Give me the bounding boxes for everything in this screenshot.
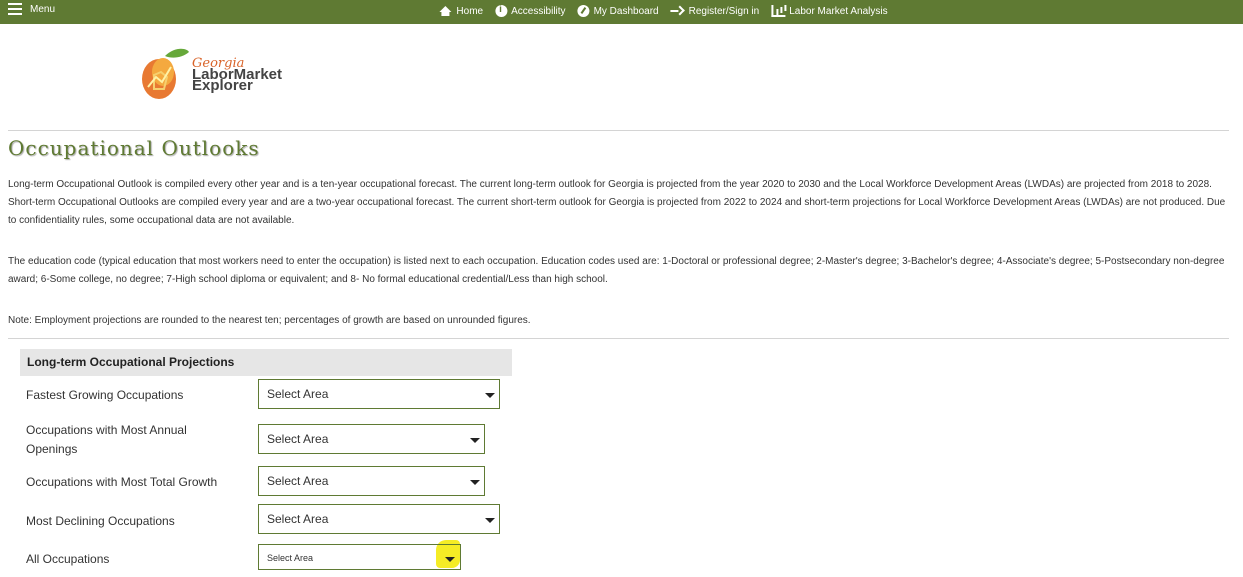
hamburger-icon bbox=[8, 3, 22, 15]
page-title: Occupational Outlooks bbox=[8, 136, 260, 160]
fastest-growing-label: Fastest Growing Occupations bbox=[26, 388, 184, 402]
menu-label: Menu bbox=[30, 3, 56, 15]
labor-market-analysis-link[interactable]: Labor Market Analysis bbox=[771, 5, 888, 17]
header-divider bbox=[8, 130, 1229, 131]
dashboard-icon bbox=[577, 5, 590, 17]
labor-market-analysis-label: Labor Market Analysis bbox=[789, 5, 888, 17]
long-term-projections-table: Long-term Occupational Projections bbox=[20, 349, 512, 376]
all-occupations-label: All Occupations bbox=[26, 552, 110, 566]
projections-heading: Long-term Occupational Projections bbox=[20, 349, 512, 376]
all-occupations-area-select[interactable]: Select Area bbox=[258, 544, 461, 570]
main-navigation: Home Accessibility My Dashboard Register… bbox=[438, 4, 888, 17]
top-navigation-bar: Menu Home Accessibility My Dashboard Reg… bbox=[0, 0, 1243, 24]
outlook-description: Long-term Occupational Outlook is compil… bbox=[8, 179, 1226, 226]
select-value: Select Area bbox=[267, 387, 329, 401]
home-label: Home bbox=[456, 5, 484, 17]
menu-button[interactable]: Menu bbox=[8, 3, 55, 15]
sign-in-icon bbox=[670, 5, 685, 17]
education-code-description: The education code (typical education th… bbox=[8, 256, 1225, 285]
home-icon bbox=[438, 5, 452, 17]
chart-icon bbox=[771, 5, 786, 17]
logo-text: Georgia LaborMarket Explorer bbox=[192, 57, 282, 93]
most-declining-area-select[interactable]: Select Area bbox=[258, 504, 500, 534]
most-annual-openings-area-select[interactable]: Select Area bbox=[258, 424, 485, 454]
dashboard-link[interactable]: My Dashboard bbox=[577, 5, 659, 17]
employment-note: Note: Employment projections are rounded… bbox=[8, 315, 531, 326]
select-value: Select Area bbox=[267, 474, 329, 488]
dropdown-arrow-icon bbox=[445, 557, 455, 562]
dashboard-label: My Dashboard bbox=[593, 5, 659, 17]
site-logo[interactable]: Georgia LaborMarket Explorer bbox=[140, 44, 300, 108]
most-total-growth-label: Occupations with Most Total Growth bbox=[26, 475, 218, 489]
accessibility-link[interactable]: Accessibility bbox=[495, 4, 566, 17]
select-value: Select Area bbox=[267, 512, 329, 526]
dropdown-arrow-icon bbox=[470, 438, 480, 443]
most-annual-openings-label: Occupations with Most Annual Openings bbox=[26, 423, 187, 456]
select-value: Select Area bbox=[267, 553, 314, 563]
register-sign-in-label: Register/Sign in bbox=[688, 5, 760, 17]
most-declining-label: Most Declining Occupations bbox=[26, 514, 175, 528]
dropdown-arrow-icon bbox=[485, 393, 495, 398]
content-divider bbox=[8, 338, 1229, 339]
dropdown-arrow-icon bbox=[470, 480, 480, 485]
most-total-growth-area-select[interactable]: Select Area bbox=[258, 466, 485, 496]
register-sign-in-link[interactable]: Register/Sign in bbox=[670, 5, 760, 17]
peach-logo-icon bbox=[142, 48, 189, 99]
accessibility-icon bbox=[495, 4, 508, 17]
select-value: Select Area bbox=[267, 432, 329, 446]
accessibility-label: Accessibility bbox=[511, 5, 566, 17]
dropdown-arrow-icon bbox=[485, 518, 495, 523]
fastest-growing-area-select[interactable]: Select Area bbox=[258, 379, 500, 409]
home-link[interactable]: Home bbox=[438, 5, 483, 17]
